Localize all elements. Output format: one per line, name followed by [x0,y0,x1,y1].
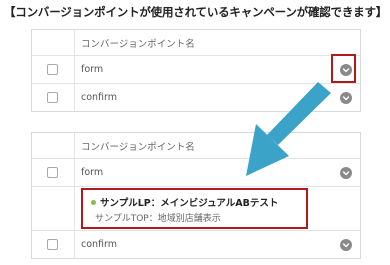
table-row[interactable]: form [32,56,360,84]
row-check-cell [32,159,75,186]
conversion-point-name: confirm [81,92,118,103]
row-checkbox[interactable] [47,63,58,75]
column-header-name: コンバージョンポイント名 [81,38,195,50]
campaign-link[interactable]: サンプルLP：メインビジュアルABテスト [91,195,278,209]
header-check-cell [32,133,75,158]
row-check-cell [32,84,75,111]
column-header-name: コンバージョンポイント名 [81,141,195,153]
bullet-icon [91,200,96,205]
conversion-point-name: form [81,167,104,178]
campaign-name: サンプルLP：メインビジュアルABテスト [100,198,279,209]
row-checkbox[interactable] [47,238,58,250]
caption: 【コンバージョンポイントが使用されているキャンペーンが確認できます】 [4,5,388,19]
row-checkbox[interactable] [47,91,58,103]
table-row[interactable]: confirm [32,231,360,258]
campaign-page-name: サンプルTOP：地域別店舗表示 [95,214,221,224]
conversion-point-table-top: コンバージョンポイント名 form confirm [31,29,361,112]
expanded-detail-row: サンプルLP：メインビジュアルABテスト サンプルTOP：地域別店舗表示 [32,187,360,231]
conversion-point-name: confirm [81,239,118,250]
chevron-down-icon[interactable] [340,166,352,179]
chevron-down-icon[interactable] [340,91,352,104]
row-checkbox[interactable] [47,166,58,178]
table-row[interactable]: form [32,159,360,187]
chevron-down-icon[interactable] [340,238,352,251]
campaign-usage-highlight: サンプルLP：メインビジュアルABテスト サンプルTOP：地域別店舗表示 [81,188,308,229]
table-header-row: コンバージョンポイント名 [32,30,360,56]
header-check-cell [32,30,75,55]
row-check-cell [32,56,75,83]
table-row[interactable]: confirm [32,84,360,111]
row-check-cell [32,187,75,230]
row-check-cell [32,231,75,258]
table-header-row: コンバージョンポイント名 [32,133,360,159]
conversion-point-table-bottom: コンバージョンポイント名 form サンプルLP：メインビジュアルABテスト サ… [31,132,361,259]
conversion-point-name: form [81,64,104,75]
expand-button-highlight [331,54,356,83]
